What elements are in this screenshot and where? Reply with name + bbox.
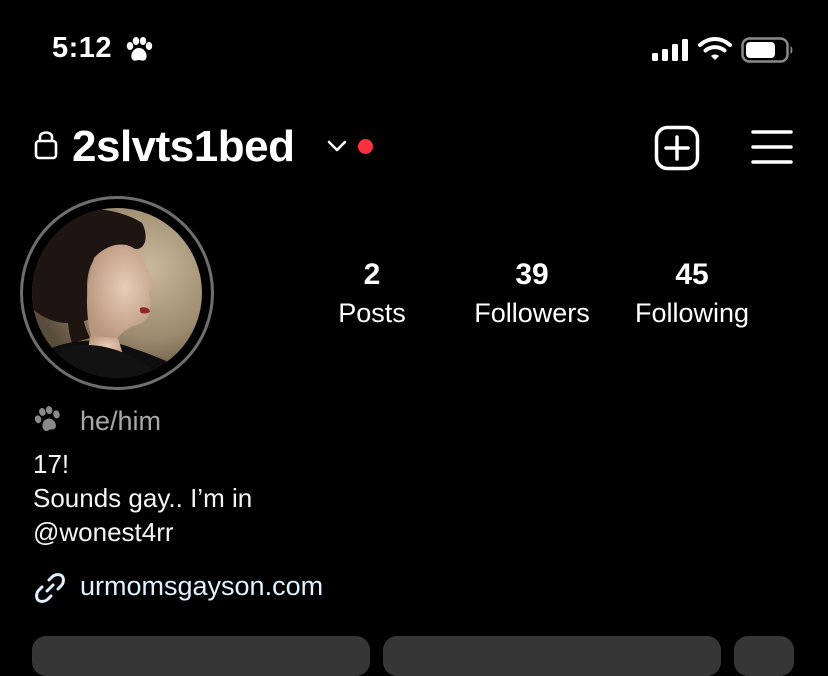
- new-post-button[interactable]: [654, 125, 700, 171]
- stat-value: 2: [363, 258, 381, 291]
- stat-label: Followers: [474, 298, 590, 328]
- bio-line: Sounds gay.. I’m in: [33, 483, 253, 513]
- notification-dot: [358, 139, 373, 154]
- stat-value: 45: [675, 258, 709, 291]
- avatar[interactable]: [32, 208, 202, 378]
- wifi-icon: [698, 37, 732, 60]
- menu-button[interactable]: [751, 128, 793, 166]
- stat-posts[interactable]: 2 Posts: [282, 258, 462, 330]
- stat-label: Posts: [338, 298, 406, 328]
- link-icon: [35, 573, 65, 603]
- stat-following[interactable]: 45 Following: [602, 258, 782, 330]
- battery-icon: [741, 37, 793, 63]
- bio-link[interactable]: urmomsgayson.com: [80, 571, 323, 602]
- edit-profile-button[interactable]: [32, 636, 370, 676]
- paw-icon: [34, 406, 60, 432]
- stat-label: Following: [634, 298, 750, 328]
- status-time: 5:12: [52, 32, 113, 64]
- pronouns: he/him: [80, 406, 162, 436]
- share-profile-button[interactable]: [383, 636, 721, 676]
- bio-mention-link[interactable]: @wonest4rr: [33, 514, 174, 550]
- cellular-signal-icon: [652, 39, 688, 61]
- stat-followers[interactable]: 39 Followers: [442, 258, 622, 330]
- chevron-down-icon[interactable]: [326, 138, 348, 154]
- username-switcher[interactable]: 2slvts1bed: [72, 122, 295, 172]
- paw-icon: [126, 37, 153, 61]
- lock-icon: [34, 131, 58, 160]
- stat-value: 39: [515, 258, 549, 291]
- bio-line: 17!: [33, 449, 70, 479]
- discover-people-button[interactable]: [734, 636, 794, 676]
